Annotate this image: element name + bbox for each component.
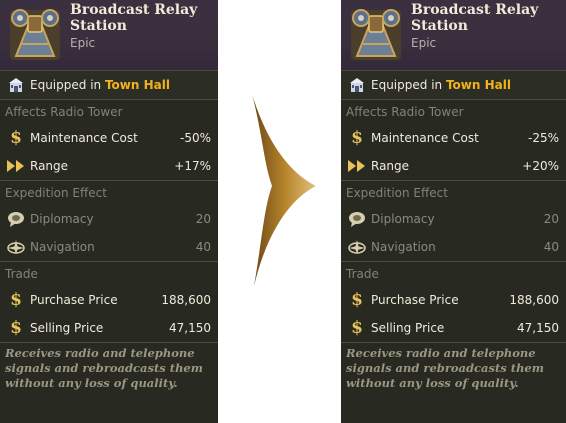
selling-value: 47,150 <box>517 321 559 335</box>
selling-label: Selling Price <box>30 321 104 335</box>
purchase-label: Purchase Price <box>30 293 118 307</box>
equipped-place: Town Hall <box>104 78 170 92</box>
purchase-value: 188,600 <box>161 293 211 307</box>
expedition-header: Expedition Effect <box>346 186 448 200</box>
item-description: Receives radio and telephone signals and… <box>5 346 203 390</box>
navigation-label: Navigation <box>371 240 436 254</box>
diplomacy-value: 20 <box>543 212 559 226</box>
range-row: Range +17% <box>0 152 218 180</box>
diplomacy-row: Diplomacy 20 <box>341 205 566 233</box>
dollar-icon: $ <box>351 318 363 338</box>
relay-station-art-icon <box>6 4 64 64</box>
range-label: Range <box>371 159 410 173</box>
item-rarity: Epic <box>70 36 96 50</box>
double-arrow-icon <box>6 156 26 176</box>
diplomacy-row: Diplomacy 20 <box>0 205 218 233</box>
selling-value: 47,150 <box>169 321 211 335</box>
equipped-prefix: Equipped in <box>371 78 443 92</box>
affects-header: Affects Radio Tower <box>5 105 123 119</box>
selling-row: $ Selling Price 47,150 <box>0 314 218 342</box>
diplomacy-value: 20 <box>195 212 211 226</box>
item-tooltip-before: Broadcast Relay Station Epic Equipped in… <box>0 0 218 423</box>
tooltip-header: Broadcast Relay Station Epic <box>0 0 218 70</box>
maintenance-value: -50% <box>179 131 211 145</box>
range-value: +20% <box>522 159 559 173</box>
affects-header: Affects Radio Tower <box>346 105 464 119</box>
purchase-row: $ Purchase Price 188,600 <box>341 286 566 314</box>
town-hall-icon <box>347 75 367 95</box>
equipped-place: Town Hall <box>445 78 511 92</box>
town-hall-icon <box>6 75 26 95</box>
purchase-label: Purchase Price <box>371 293 459 307</box>
selling-row: $ Selling Price 47,150 <box>341 314 566 342</box>
compass-icon <box>6 237 26 257</box>
navigation-row: Navigation 40 <box>0 233 218 261</box>
speech-bubble-icon <box>6 209 26 229</box>
purchase-value: 188,600 <box>509 293 559 307</box>
dollar-icon: $ <box>10 290 22 310</box>
maintenance-value: -25% <box>527 131 559 145</box>
dollar-icon: $ <box>10 318 22 338</box>
diplomacy-label: Diplomacy <box>371 212 435 226</box>
speech-bubble-icon <box>347 209 367 229</box>
equipped-row: Equipped in Town Hall <box>341 70 566 100</box>
item-tooltip-after: Broadcast Relay Station Epic Equipped in… <box>341 0 566 423</box>
navigation-value: 40 <box>543 240 559 254</box>
item-description: Receives radio and telephone signals and… <box>346 346 544 390</box>
maintenance-row: $ Maintenance Cost -50% <box>0 124 218 152</box>
item-title: Broadcast Relay Station <box>411 2 539 34</box>
trade-header: Trade <box>5 267 38 281</box>
dollar-icon: $ <box>351 290 363 310</box>
range-label: Range <box>30 159 69 173</box>
tooltip-header: Broadcast Relay Station Epic <box>341 0 566 70</box>
equipped-row: Equipped in Town Hall <box>0 70 218 100</box>
relay-station-art-icon <box>347 4 405 64</box>
expedition-header: Expedition Effect <box>5 186 107 200</box>
item-title: Broadcast Relay Station <box>70 2 198 34</box>
dollar-icon: $ <box>10 128 22 148</box>
range-row: Range +20% <box>341 152 566 180</box>
range-value: +17% <box>174 159 211 173</box>
maintenance-label: Maintenance Cost <box>371 131 479 145</box>
purchase-row: $ Purchase Price 188,600 <box>0 286 218 314</box>
maintenance-row: $ Maintenance Cost -25% <box>341 124 566 152</box>
double-arrow-icon <box>347 156 367 176</box>
navigation-row: Navigation 40 <box>341 233 566 261</box>
trade-header: Trade <box>346 267 379 281</box>
item-rarity: Epic <box>411 36 437 50</box>
navigation-label: Navigation <box>30 240 95 254</box>
maintenance-label: Maintenance Cost <box>30 131 138 145</box>
compass-icon <box>347 237 367 257</box>
dollar-icon: $ <box>351 128 363 148</box>
equipped-prefix: Equipped in <box>30 78 102 92</box>
navigation-value: 40 <box>195 240 211 254</box>
diplomacy-label: Diplomacy <box>30 212 94 226</box>
selling-label: Selling Price <box>371 321 445 335</box>
right-arrow-icon <box>232 90 322 290</box>
